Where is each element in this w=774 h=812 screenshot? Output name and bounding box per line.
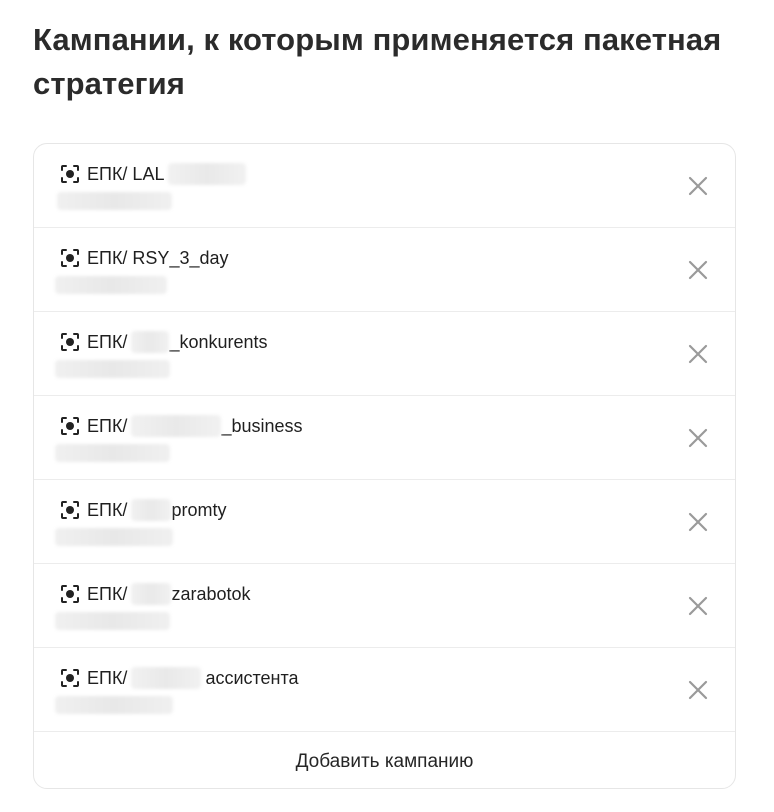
redacted-campaign-id (55, 696, 173, 714)
campaign-name: ЕПК/ zarabotok (60, 583, 251, 605)
remove-campaign-button[interactable] (687, 427, 709, 449)
remove-campaign-button[interactable] (687, 511, 709, 533)
campaign-name-prefix: ЕПК/ (87, 499, 128, 520)
campaign-target-icon (61, 669, 79, 687)
campaign-target-icon (61, 249, 79, 267)
campaign-name: ЕПК/ _konkurents (60, 331, 268, 353)
redacted-campaign-id (55, 612, 170, 630)
campaign-target-icon (61, 333, 79, 351)
add-campaign-label: Добавить кампанию (295, 751, 474, 772)
campaign-target-icon (61, 417, 79, 435)
redacted-campaign-id (55, 528, 173, 546)
campaign-row: ЕПК/ ассистента (34, 648, 735, 732)
campaign-row: ЕПК/ RSY_3_day (34, 228, 735, 312)
redacted-text (131, 499, 172, 521)
remove-campaign-button[interactable] (687, 259, 709, 281)
campaign-target-icon (61, 585, 79, 603)
remove-campaign-button[interactable] (687, 595, 709, 617)
redacted-campaign-id (55, 276, 167, 294)
campaign-name-suffix: promty (171, 499, 227, 520)
campaign-name: ЕПК/ RSY_3_day (60, 247, 229, 269)
campaign-name-prefix: ЕПК/ (87, 583, 128, 604)
remove-campaign-button[interactable] (687, 175, 709, 197)
campaign-name: ЕПК/ ассистента (60, 667, 299, 689)
campaign-name: ЕПК/ promty (60, 499, 226, 521)
page-title: Кампании, к которым применяется пакетная… (33, 22, 722, 101)
campaign-row: ЕПК/ _konkurents (34, 312, 735, 396)
redacted-campaign-id (55, 360, 170, 378)
campaign-name-suffix: _konkurents (169, 331, 268, 352)
add-campaign-button[interactable]: Добавить кампанию (34, 732, 735, 788)
campaign-name-prefix: ЕПК/ (87, 667, 128, 688)
campaign-name-suffix: ассистента (205, 667, 299, 688)
campaign-name-prefix: ЕПК/ (87, 331, 128, 352)
campaign-name-prefix: ЕПК/ (87, 415, 128, 436)
redacted-text (131, 583, 172, 605)
campaign-target-icon (61, 165, 79, 183)
redacted-text (168, 163, 247, 185)
campaign-name: ЕПК/ LAL (60, 163, 247, 185)
campaign-list: ЕПК/ LAL ЕПК/ RSY_3_day ЕПК/ _konkurents… (33, 143, 736, 789)
campaign-name: ЕПК/ _business (60, 415, 303, 437)
campaign-row: ЕПК/ _business (34, 396, 735, 480)
campaign-row: ЕПК/ zarabotok (34, 564, 735, 648)
redacted-text (131, 667, 202, 689)
campaign-row: ЕПК/ promty (34, 480, 735, 564)
redacted-campaign-id (55, 444, 170, 462)
campaign-row: ЕПК/ LAL (34, 144, 735, 228)
redacted-text (131, 331, 170, 353)
campaign-name-suffix: zarabotok (171, 583, 251, 604)
campaign-name-suffix: _business (221, 415, 303, 436)
campaign-target-icon (61, 501, 79, 519)
redacted-text (131, 415, 222, 437)
remove-campaign-button[interactable] (687, 679, 709, 701)
remove-campaign-button[interactable] (687, 343, 709, 365)
campaign-name-prefix: ЕПК/ RSY_3_day (87, 247, 229, 268)
campaign-name-prefix: ЕПК/ LAL (87, 163, 165, 184)
redacted-campaign-id (57, 192, 172, 210)
